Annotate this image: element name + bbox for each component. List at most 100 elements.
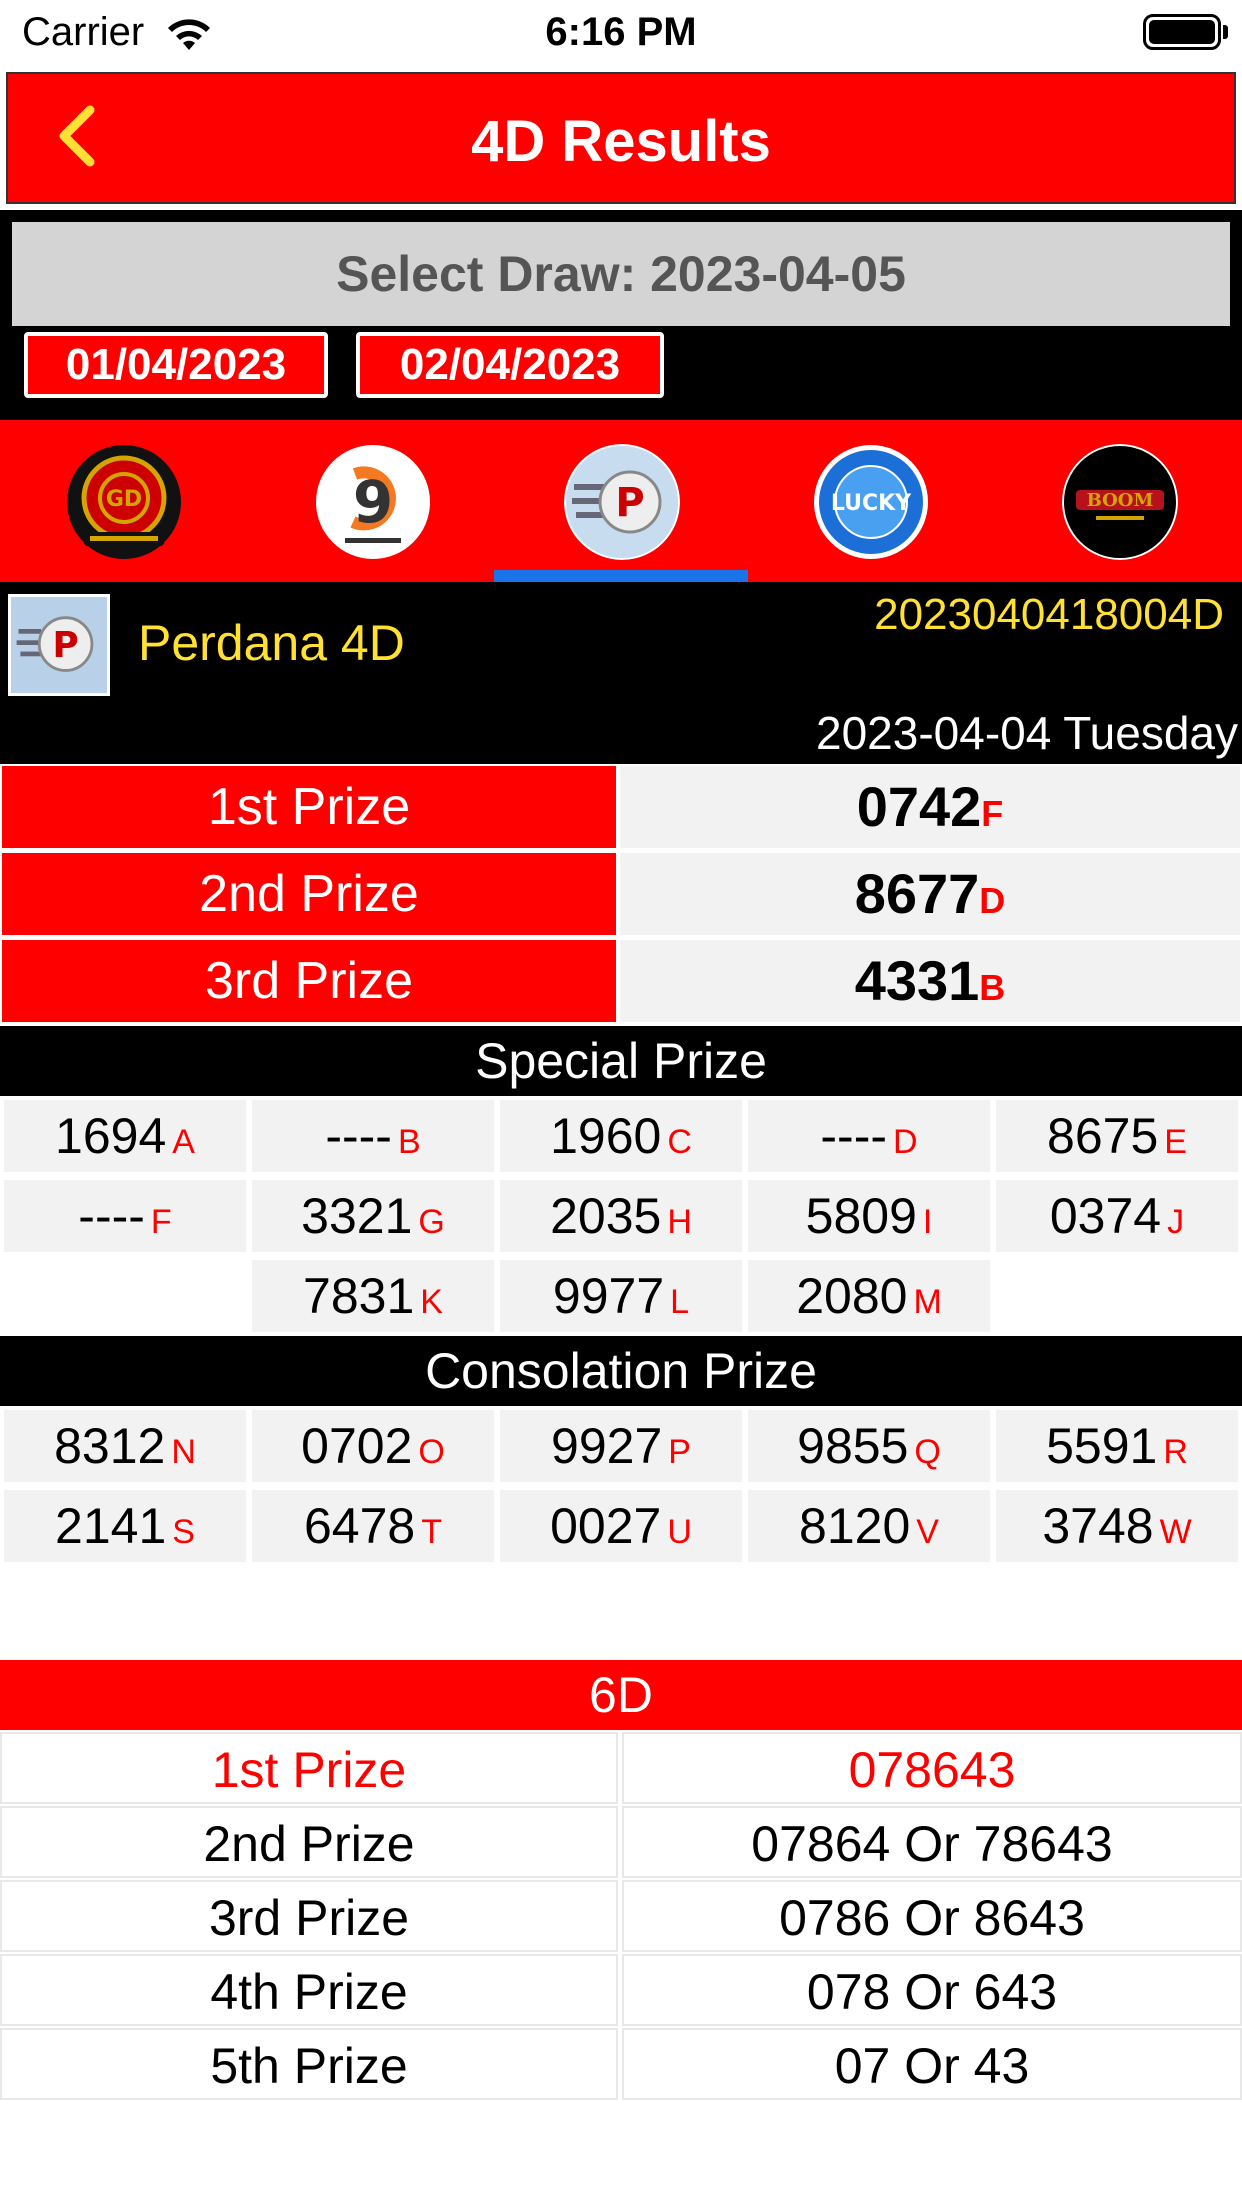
status-bar: Carrier 6:16 PM: [0, 0, 1242, 66]
prize-number: 8312: [54, 1418, 166, 1474]
tab-lucky-hari-hari[interactable]: LUCKY: [747, 420, 995, 582]
prize-suffix: E: [1164, 1123, 1187, 1161]
prize-number-cell: 9927 P: [500, 1410, 742, 1482]
nav-header: 4D Results: [6, 72, 1236, 204]
prize-number-cell: ---- B: [252, 1100, 494, 1172]
prize-number: ----: [820, 1108, 888, 1164]
sixd-prize-value: 07 Or 43: [622, 2028, 1242, 2100]
sixd-prize-label: 5th Prize: [0, 2028, 618, 2100]
sixd-prize-label: 4th Prize: [0, 1954, 618, 2026]
prize-suffix: N: [171, 1433, 196, 1471]
prize-suffix: D: [979, 880, 1006, 921]
prize-number: 7831: [303, 1268, 415, 1324]
prize-number-cell: 1694 A: [4, 1100, 246, 1172]
prize-number-cell: 0027 U: [500, 1490, 742, 1562]
prize-suffix: G: [418, 1203, 445, 1241]
prize-suffix: B: [979, 967, 1006, 1008]
prize-suffix: L: [670, 1283, 690, 1321]
prize-number-cell: ---- D: [748, 1100, 990, 1172]
prize-suffix: W: [1159, 1513, 1192, 1551]
prize-number: 1694: [55, 1108, 167, 1164]
prize-number: 0027: [550, 1498, 662, 1554]
prize-number-cell: 2080 M: [748, 1260, 990, 1332]
prize-suffix: T: [421, 1513, 442, 1551]
prize-value: 4331B: [620, 940, 1240, 1022]
svg-text:9: 9: [353, 468, 393, 536]
date-chip-1[interactable]: 01/04/2023: [24, 332, 328, 398]
perdana-game-logo-icon: P: [8, 594, 110, 696]
prize-suffix: C: [667, 1123, 692, 1161]
sixd-prize-value: 0786 Or 8643: [622, 1880, 1242, 1952]
sixd-header: 6D: [0, 1660, 1242, 1730]
prize-number: 2035: [550, 1188, 662, 1244]
prize-suffix: H: [667, 1203, 692, 1241]
prize-number-cell: 0374 J: [996, 1180, 1238, 1252]
prize-suffix: F: [150, 1203, 172, 1241]
date-chip-2[interactable]: 02/04/2023: [356, 332, 664, 398]
prize-number-cell: ---- F: [4, 1180, 246, 1252]
prize-suffix: F: [981, 793, 1004, 834]
sixd-row: 1st Prize 078643: [0, 1732, 1242, 1804]
prize-suffix: K: [420, 1283, 443, 1321]
prize-number: 3748: [1042, 1498, 1154, 1554]
sixd-prize-label: 3rd Prize: [0, 1880, 618, 1952]
prize-value: 8677D: [620, 853, 1240, 935]
prize-number-cell: 8675 E: [996, 1100, 1238, 1172]
nine-lotto-logo-icon: 9: [316, 445, 430, 559]
prize-number: 0702: [301, 1418, 413, 1474]
grand-dragon-lotto-logo-icon: GD: [67, 445, 181, 559]
draw-date: 2023-04-04 Tuesday: [816, 707, 1238, 759]
svg-text:GD: GD: [106, 487, 142, 512]
sixd-row: 5th Prize 07 Or 43: [0, 2028, 1242, 2100]
battery-tip: [1223, 25, 1228, 39]
sixd-prize-value: 078643: [622, 1732, 1242, 1804]
prize-suffix: M: [913, 1283, 942, 1321]
sixd-prize-label: 1st Prize: [0, 1732, 618, 1804]
svg-text:LUCKY: LUCKY: [831, 491, 912, 516]
prize-suffix: R: [1163, 1433, 1188, 1471]
prize-number: 8120: [799, 1498, 911, 1554]
prize-number-cell: 6478 T: [252, 1490, 494, 1562]
special-prize-header: Special Prize: [0, 1026, 1242, 1096]
sixd-row: 4th Prize 078 Or 643: [0, 1954, 1242, 2026]
prize-suffix: A: [172, 1123, 195, 1161]
prize-row-1st: 1st Prize 0742F: [2, 766, 1240, 850]
prize-label: 1st Prize: [2, 766, 616, 848]
tab-perdana[interactable]: P: [498, 420, 746, 582]
prize-number: 0374: [1049, 1188, 1162, 1244]
prize-number: ----: [325, 1108, 392, 1164]
prize-number-cell: 5591 R: [996, 1410, 1238, 1482]
lucky-hari-hari-logo-icon: LUCKY: [814, 445, 928, 559]
prize-number-cell: 7831 K: [252, 1260, 494, 1332]
prize-number: 3321: [301, 1188, 413, 1244]
select-draw-button[interactable]: Select Draw: 2023-04-05: [12, 222, 1230, 326]
page-title: 4D Results: [471, 109, 771, 174]
prize-number: 5591: [1046, 1418, 1158, 1474]
sixd-prize-value: 078 Or 643: [622, 1954, 1242, 2026]
selected-tab-indicator: [494, 570, 748, 582]
prize-number: 9855: [797, 1418, 909, 1474]
clock: 6:16 PM: [545, 10, 697, 54]
prize-suffix: O: [418, 1433, 445, 1471]
prize-number: ----: [78, 1188, 145, 1244]
tab-nine-lotto[interactable]: 9: [249, 420, 497, 582]
draw-selector-section: Select Draw: 2023-04-05 01/04/2023 02/04…: [0, 210, 1242, 420]
prize-number: 4331: [854, 949, 980, 1012]
prize-number: 2080: [796, 1268, 908, 1324]
prize-number: 1960: [550, 1108, 662, 1164]
prize-number-cell: 2141 S: [4, 1490, 246, 1562]
prize-suffix: I: [922, 1203, 933, 1241]
consolation-prize-header: Consolation Prize: [0, 1336, 1242, 1406]
svg-text:BOOM: BOOM: [1087, 490, 1154, 511]
prize-suffix: U: [667, 1513, 692, 1551]
prize-suffix: S: [172, 1513, 195, 1551]
prize-number: 9927: [551, 1418, 663, 1474]
draw-number: 2023040418004D: [874, 590, 1224, 639]
tab-boom-sabah[interactable]: BOOM: [996, 420, 1242, 582]
sixd-prize-label: 2nd Prize: [0, 1806, 618, 1878]
prize-label: 2nd Prize: [2, 853, 616, 935]
prize-number: 0742: [856, 775, 982, 838]
tab-grand-dragon[interactable]: GD: [0, 420, 248, 582]
prize-number: 8675: [1047, 1108, 1159, 1164]
prize-number: 5809: [805, 1188, 917, 1244]
